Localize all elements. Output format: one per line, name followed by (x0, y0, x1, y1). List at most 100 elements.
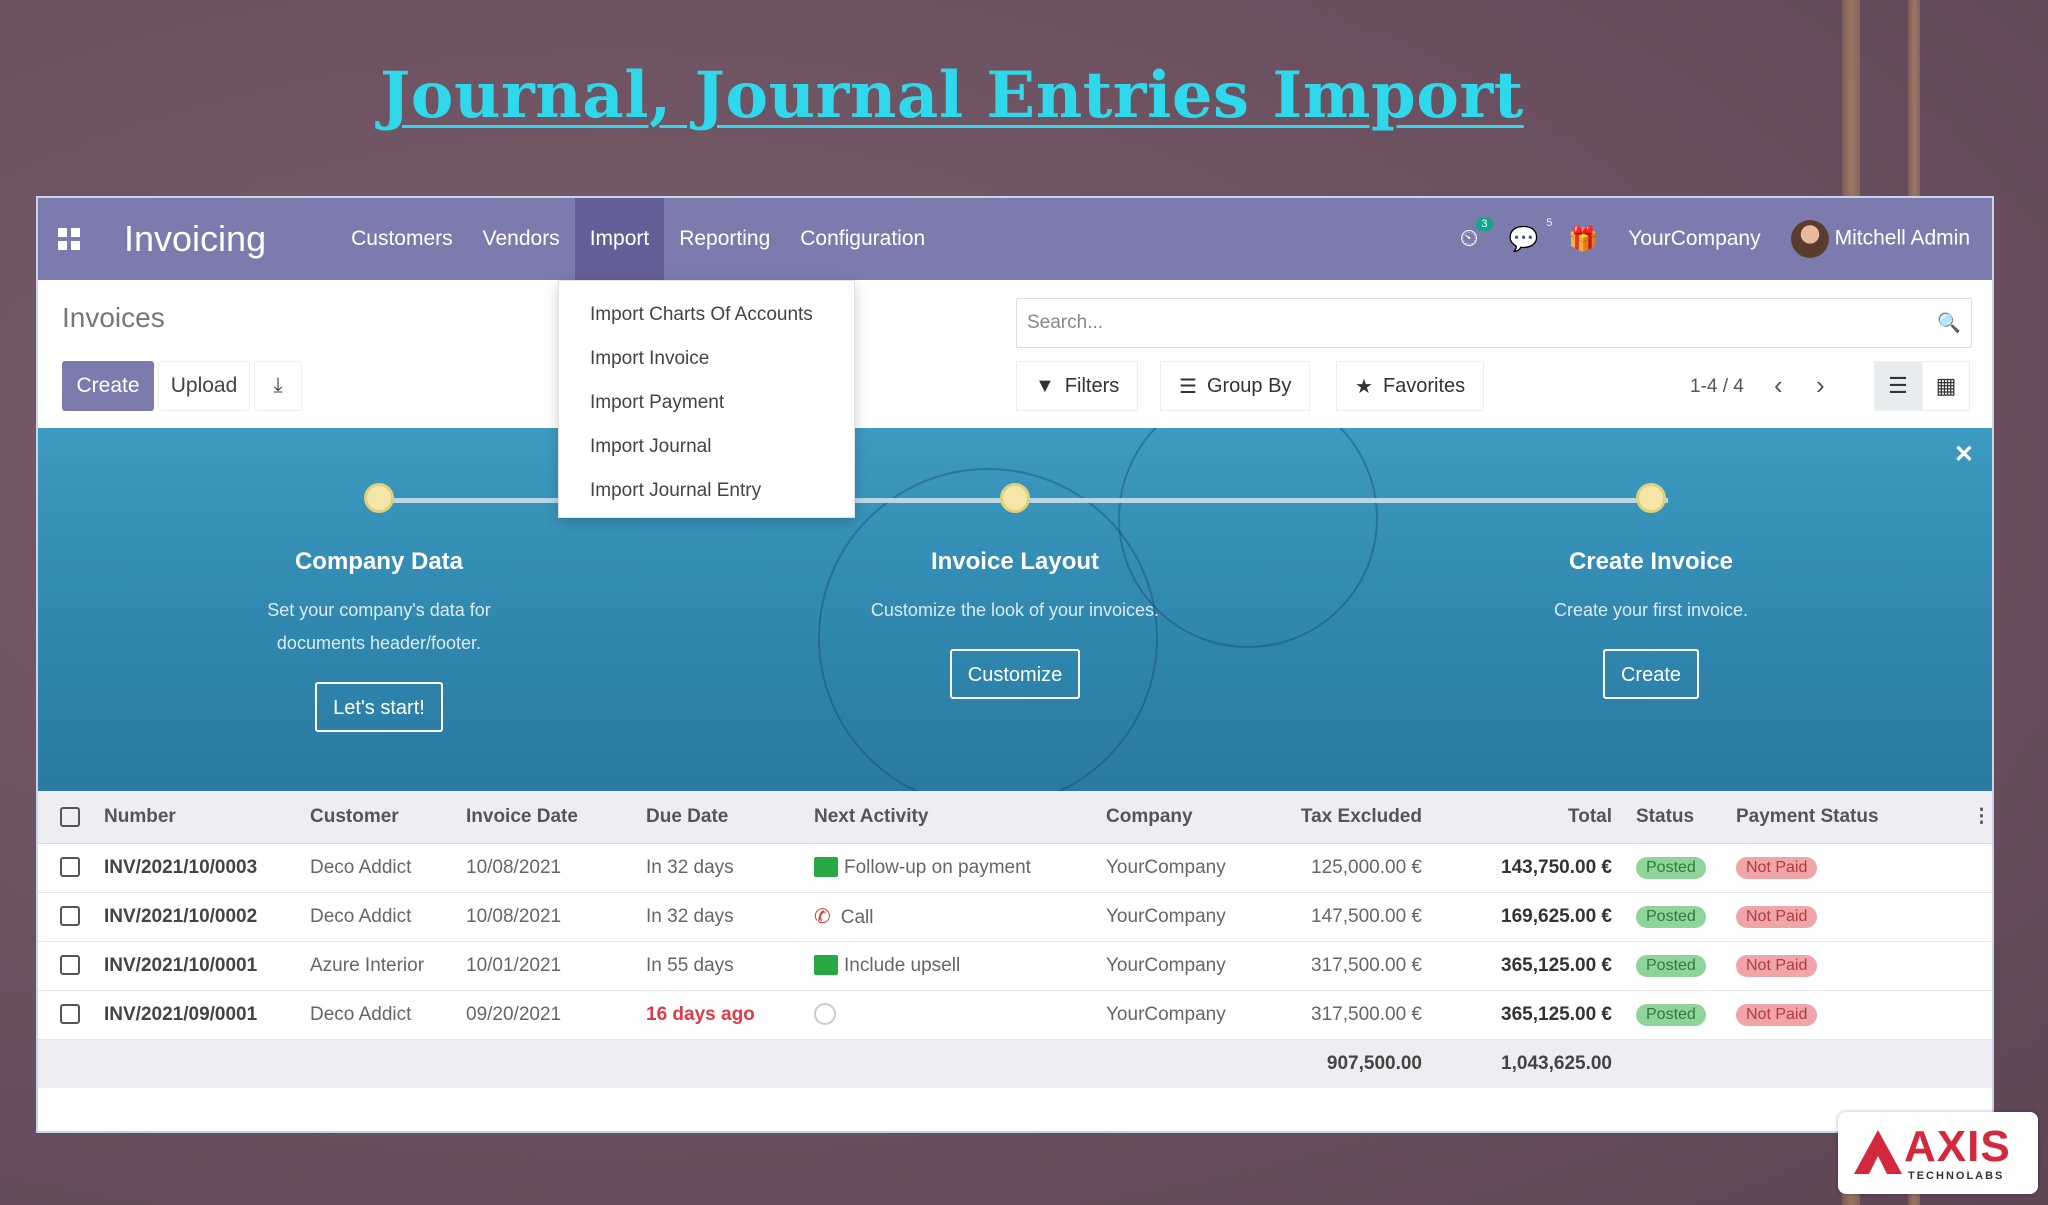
cell-number: INV/2021/10/0001 (104, 941, 310, 991)
favorites-button[interactable]: ★ Favorites (1336, 361, 1485, 411)
menu-configuration[interactable]: Configuration (785, 198, 940, 280)
phone-icon: ✆ (814, 906, 831, 928)
cell-total: 365,125.00 € (1442, 941, 1626, 991)
avatar (1790, 220, 1829, 258)
menu-reporting[interactable]: Reporting (664, 198, 785, 280)
cell-company: YourCompany (1106, 941, 1252, 991)
user-name: Mitchell Admin (1834, 226, 1970, 250)
create-button[interactable]: Create (62, 361, 154, 411)
table-totals-row: 907,500.00 1,043,625.00 (38, 1039, 1992, 1088)
app-brand[interactable]: Invoicing (124, 218, 266, 260)
menu-import[interactable]: Import (574, 198, 665, 280)
cell-number: INV/2021/10/0002 (104, 892, 310, 942)
row-checkbox[interactable] (60, 1004, 80, 1025)
customize-button[interactable]: Customize (949, 649, 1081, 699)
table-row[interactable]: INV/2021/10/0002 Deco Addict 10/08/2021 … (38, 892, 1992, 942)
select-all-checkbox[interactable] (60, 806, 80, 827)
onboarding-step-invoice-layout: Invoice Layout Customize the look of you… (805, 548, 1225, 699)
cell-invoice-date: 09/20/2021 (466, 990, 646, 1040)
top-navbar: Invoicing Customers Vendors Import Repor… (38, 198, 1992, 280)
cell-next-activity[interactable]: Follow-up on payment (814, 843, 1106, 893)
empty-clock-icon[interactable] (814, 1003, 836, 1026)
status-badge: Posted (1636, 955, 1706, 977)
table-row[interactable]: INV/2021/10/0001 Azure Interior 10/01/20… (38, 941, 1992, 991)
table-row[interactable]: INV/2021/10/0003 Deco Addict 10/08/2021 … (38, 843, 1992, 893)
menu-customers[interactable]: Customers (336, 198, 468, 280)
dropdown-item-import-journal[interactable]: Import Journal (559, 425, 854, 469)
dropdown-item-import-charts[interactable]: Import Charts Of Accounts (559, 293, 854, 337)
cell-customer: Deco Addict (310, 843, 466, 893)
logo-triangle-cutout (1869, 1156, 1887, 1174)
close-icon[interactable]: ✕ (1954, 440, 1974, 469)
column-header-next-activity[interactable]: Next Activity (814, 791, 1106, 844)
column-header-due-date[interactable]: Due Date (646, 791, 814, 844)
column-header-invoice-date[interactable]: Invoice Date (466, 791, 646, 844)
filter-icon: ▼ (1035, 374, 1055, 397)
cell-number: INV/2021/09/0001 (104, 990, 310, 1040)
step-description: Customize the look of your invoices. (870, 600, 1160, 620)
payment-status-badge: Not Paid (1736, 857, 1818, 879)
cell-due-date: In 55 days (646, 941, 814, 991)
cell-customer: Deco Addict (310, 892, 466, 942)
favorites-label: Favorites (1382, 374, 1466, 397)
company-switcher[interactable]: YourCompany (1628, 227, 1760, 251)
payment-status-badge: Not Paid (1736, 906, 1818, 928)
total-amount: 1,043,625.00 (1442, 1039, 1626, 1088)
column-header-customer[interactable]: Customer (310, 791, 466, 844)
step-description: Create your first invoice. (1553, 600, 1749, 620)
import-dropdown-menu: Import Charts Of Accounts Import Invoice… (558, 280, 855, 518)
step-title: Create Invoice (1568, 548, 1734, 575)
chevron-left-icon[interactable]: ‹ (1774, 370, 1783, 401)
search-input[interactable]: Search... 🔍 (1016, 298, 1972, 348)
cell-next-activity[interactable]: ✆ Call (814, 892, 1106, 942)
navbar-systray: ⏲ 3 💬 5 🎁 YourCompany Mitchell Admin (1460, 198, 1970, 280)
dropdown-item-import-payment[interactable]: Import Payment (559, 381, 854, 425)
group-by-button[interactable]: ☰ Group By (1160, 361, 1311, 411)
apps-grid-icon[interactable] (58, 228, 80, 250)
optional-columns-icon[interactable]: ⋮ (1972, 791, 1992, 844)
cell-number: INV/2021/10/0003 (104, 843, 310, 893)
column-header-tax-excluded[interactable]: Tax Excluded (1252, 791, 1442, 844)
dropdown-item-import-journal-entry[interactable]: Import Journal Entry (559, 469, 854, 513)
list-view-icon[interactable]: ☰ (1874, 361, 1922, 411)
upload-button[interactable]: Upload (158, 361, 250, 411)
row-checkbox[interactable] (60, 906, 80, 927)
list-lines-icon: ☰ (1179, 375, 1197, 398)
chevron-right-icon[interactable]: › (1816, 370, 1825, 401)
filters-button[interactable]: ▼ Filters (1016, 361, 1139, 411)
cell-total: 143,750.00 € (1442, 843, 1626, 893)
kanban-view-icon[interactable]: ▦ (1922, 361, 1970, 411)
cell-tax-excluded: 125,000.00 € (1252, 843, 1442, 893)
activity-clock-icon[interactable]: ⏲ 3 (1460, 217, 1493, 253)
column-header-payment-status[interactable]: Payment Status (1736, 791, 1972, 844)
column-header-total[interactable]: Total (1442, 791, 1626, 844)
gift-icon[interactable]: 🎁 (1568, 225, 1598, 254)
cell-tax-excluded: 147,500.00 € (1252, 892, 1442, 942)
activity-badge: 3 (1476, 217, 1493, 231)
pager-value[interactable]: 1-4 / 4 (1690, 376, 1744, 398)
row-checkbox[interactable] (60, 955, 80, 976)
column-header-company[interactable]: Company (1106, 791, 1252, 844)
chat-icon[interactable]: 💬 5 (1509, 217, 1553, 254)
cell-company: YourCompany (1106, 990, 1252, 1040)
download-button[interactable]: ⤓ (254, 361, 302, 411)
menu-vendors[interactable]: Vendors (468, 198, 575, 280)
filters-label: Filters (1064, 374, 1120, 397)
cell-next-activity[interactable] (814, 990, 1106, 1040)
table-row[interactable]: INV/2021/09/0001 Deco Addict 09/20/2021 … (38, 990, 1992, 1040)
activity-label: Call (840, 907, 874, 928)
lets-start-button[interactable]: Let's start! (315, 682, 443, 732)
activity-label: Follow-up on payment (844, 856, 1031, 878)
cell-next-activity[interactable]: Include upsell (814, 941, 1106, 991)
cell-due-date: 16 days ago (646, 990, 814, 1040)
cell-customer: Azure Interior (310, 941, 466, 991)
row-checkbox[interactable] (60, 857, 80, 878)
user-menu[interactable]: Mitchell Admin (1790, 220, 1970, 258)
column-header-number[interactable]: Number (104, 791, 310, 844)
create-invoice-button[interactable]: Create (1602, 649, 1700, 699)
dropdown-item-import-invoice[interactable]: Import Invoice (559, 337, 854, 381)
column-header-status[interactable]: Status (1626, 791, 1736, 844)
search-icon[interactable]: 🔍 (1937, 311, 1961, 335)
step-title: Invoice Layout (930, 548, 1100, 575)
step-dot (1636, 483, 1666, 513)
